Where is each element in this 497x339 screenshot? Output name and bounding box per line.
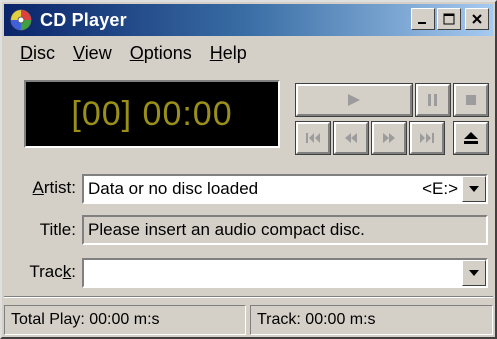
status-track: Track: 00:00 m:s bbox=[250, 305, 493, 335]
menu-options-label: ptions bbox=[143, 42, 192, 63]
menu-help-accel: H bbox=[209, 42, 223, 63]
skip-forward-icon bbox=[383, 133, 395, 143]
close-button[interactable] bbox=[465, 8, 489, 30]
maximize-button[interactable] bbox=[437, 8, 461, 30]
track-label: Track: bbox=[20, 262, 76, 282]
status-separator bbox=[4, 296, 493, 298]
status-total-play: Total Play: 00:00 m:s bbox=[4, 305, 246, 335]
menu-options-accel: O bbox=[129, 42, 144, 63]
next-track-button[interactable] bbox=[409, 121, 445, 155]
artist-select[interactable]: Data or no disc loaded <E:> bbox=[82, 174, 488, 204]
menu-bar: Disc View Options Help bbox=[4, 40, 493, 66]
menu-help-label: elp bbox=[222, 42, 247, 63]
window-title: CD Player bbox=[40, 9, 127, 30]
title-field[interactable]: Please insert an audio compact disc. bbox=[82, 215, 488, 245]
track-dropdown-button[interactable] bbox=[462, 260, 486, 286]
cd-disc-icon bbox=[10, 9, 32, 31]
time-display: [00] 00:00 bbox=[24, 80, 280, 148]
chevron-down-icon bbox=[469, 270, 479, 276]
menu-disc-accel: D bbox=[20, 42, 33, 63]
eject-icon bbox=[464, 132, 478, 144]
artist-dropdown-button[interactable] bbox=[462, 176, 486, 202]
play-icon bbox=[348, 94, 360, 106]
minimize-icon bbox=[418, 22, 426, 24]
pause-icon bbox=[428, 94, 437, 106]
status-bar: Total Play: 00:00 m:s Track: 00:00 m:s bbox=[4, 305, 493, 335]
title-buttons bbox=[411, 8, 489, 30]
previous-track-button[interactable] bbox=[295, 121, 331, 155]
menu-options[interactable]: Options bbox=[130, 43, 192, 64]
menu-help[interactable]: Help bbox=[210, 43, 247, 64]
previous-track-icon bbox=[306, 133, 320, 143]
play-button[interactable] bbox=[295, 83, 413, 117]
maximize-icon bbox=[443, 13, 455, 25]
menu-disc-label: isc bbox=[33, 42, 55, 63]
skip-forward-button[interactable] bbox=[371, 121, 407, 155]
artist-label: Artist: bbox=[20, 178, 76, 198]
track-label-post: : bbox=[71, 262, 76, 281]
track-select[interactable] bbox=[82, 258, 488, 288]
close-icon bbox=[472, 14, 482, 24]
next-track-icon bbox=[420, 133, 434, 143]
menu-disc[interactable]: Disc bbox=[20, 43, 55, 64]
cd-player-window: CD Player Disc View Options Help [00] 00… bbox=[0, 0, 497, 339]
artist-label-text: rtist: bbox=[43, 178, 76, 197]
pause-button[interactable] bbox=[415, 83, 451, 117]
eject-button[interactable] bbox=[453, 121, 489, 155]
track-label-accel: k bbox=[62, 262, 72, 281]
title-value: Please insert an audio compact disc. bbox=[88, 220, 365, 239]
track-label-pre: Trac bbox=[29, 262, 63, 281]
title-label: Title: bbox=[39, 220, 76, 239]
artist-value: Data or no disc loaded bbox=[88, 179, 259, 198]
drive-letter: <E:> bbox=[422, 179, 458, 198]
stop-icon bbox=[466, 95, 476, 105]
minimize-button[interactable] bbox=[411, 8, 435, 30]
menu-view-accel: V bbox=[73, 42, 85, 63]
skip-backward-button[interactable] bbox=[333, 121, 369, 155]
menu-view-label: iew bbox=[84, 42, 112, 63]
title-bar[interactable]: CD Player bbox=[4, 4, 493, 36]
stop-button[interactable] bbox=[453, 83, 489, 117]
menu-view[interactable]: View bbox=[73, 43, 112, 64]
chevron-down-icon bbox=[469, 186, 479, 192]
artist-label-accel: A bbox=[32, 178, 44, 197]
skip-backward-icon bbox=[345, 133, 357, 143]
